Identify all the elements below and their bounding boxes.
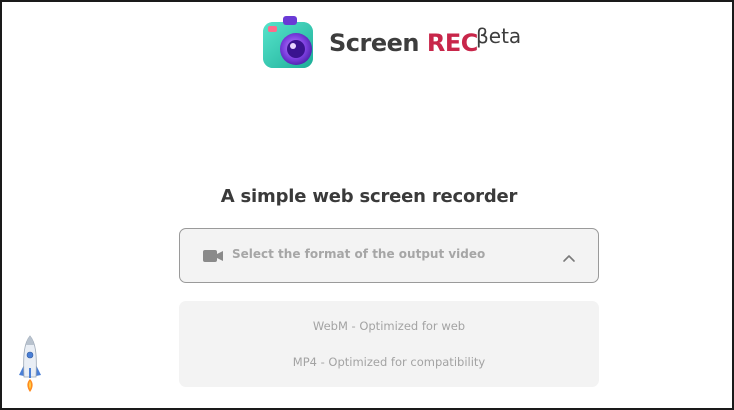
option-webm[interactable]: WebM - Optimized for web	[179, 319, 599, 333]
app-title-rec: REC	[426, 29, 479, 57]
logo	[260, 14, 316, 72]
chevron-up-icon	[562, 249, 576, 262]
app-title: Screen REC	[329, 29, 478, 57]
format-select-placeholder: Select the format of the output video	[232, 247, 486, 261]
video-camera-icon	[202, 247, 224, 265]
beta-badge: βeta	[476, 24, 522, 48]
page-subtitle: A simple web screen recorder	[220, 186, 518, 207]
camera-logo-icon	[260, 14, 316, 72]
app-title-screen: Screen	[329, 29, 427, 57]
format-select[interactable]: Select the format of the output video	[179, 228, 599, 283]
app-window: Screen REC βeta A simple web screen reco…	[0, 0, 734, 410]
format-options-list: WebM - Optimized for web MP4 - Optimized…	[179, 301, 599, 387]
rocket-icon[interactable]	[16, 335, 44, 393]
option-mp4[interactable]: MP4 - Optimized for compatibility	[179, 355, 599, 369]
